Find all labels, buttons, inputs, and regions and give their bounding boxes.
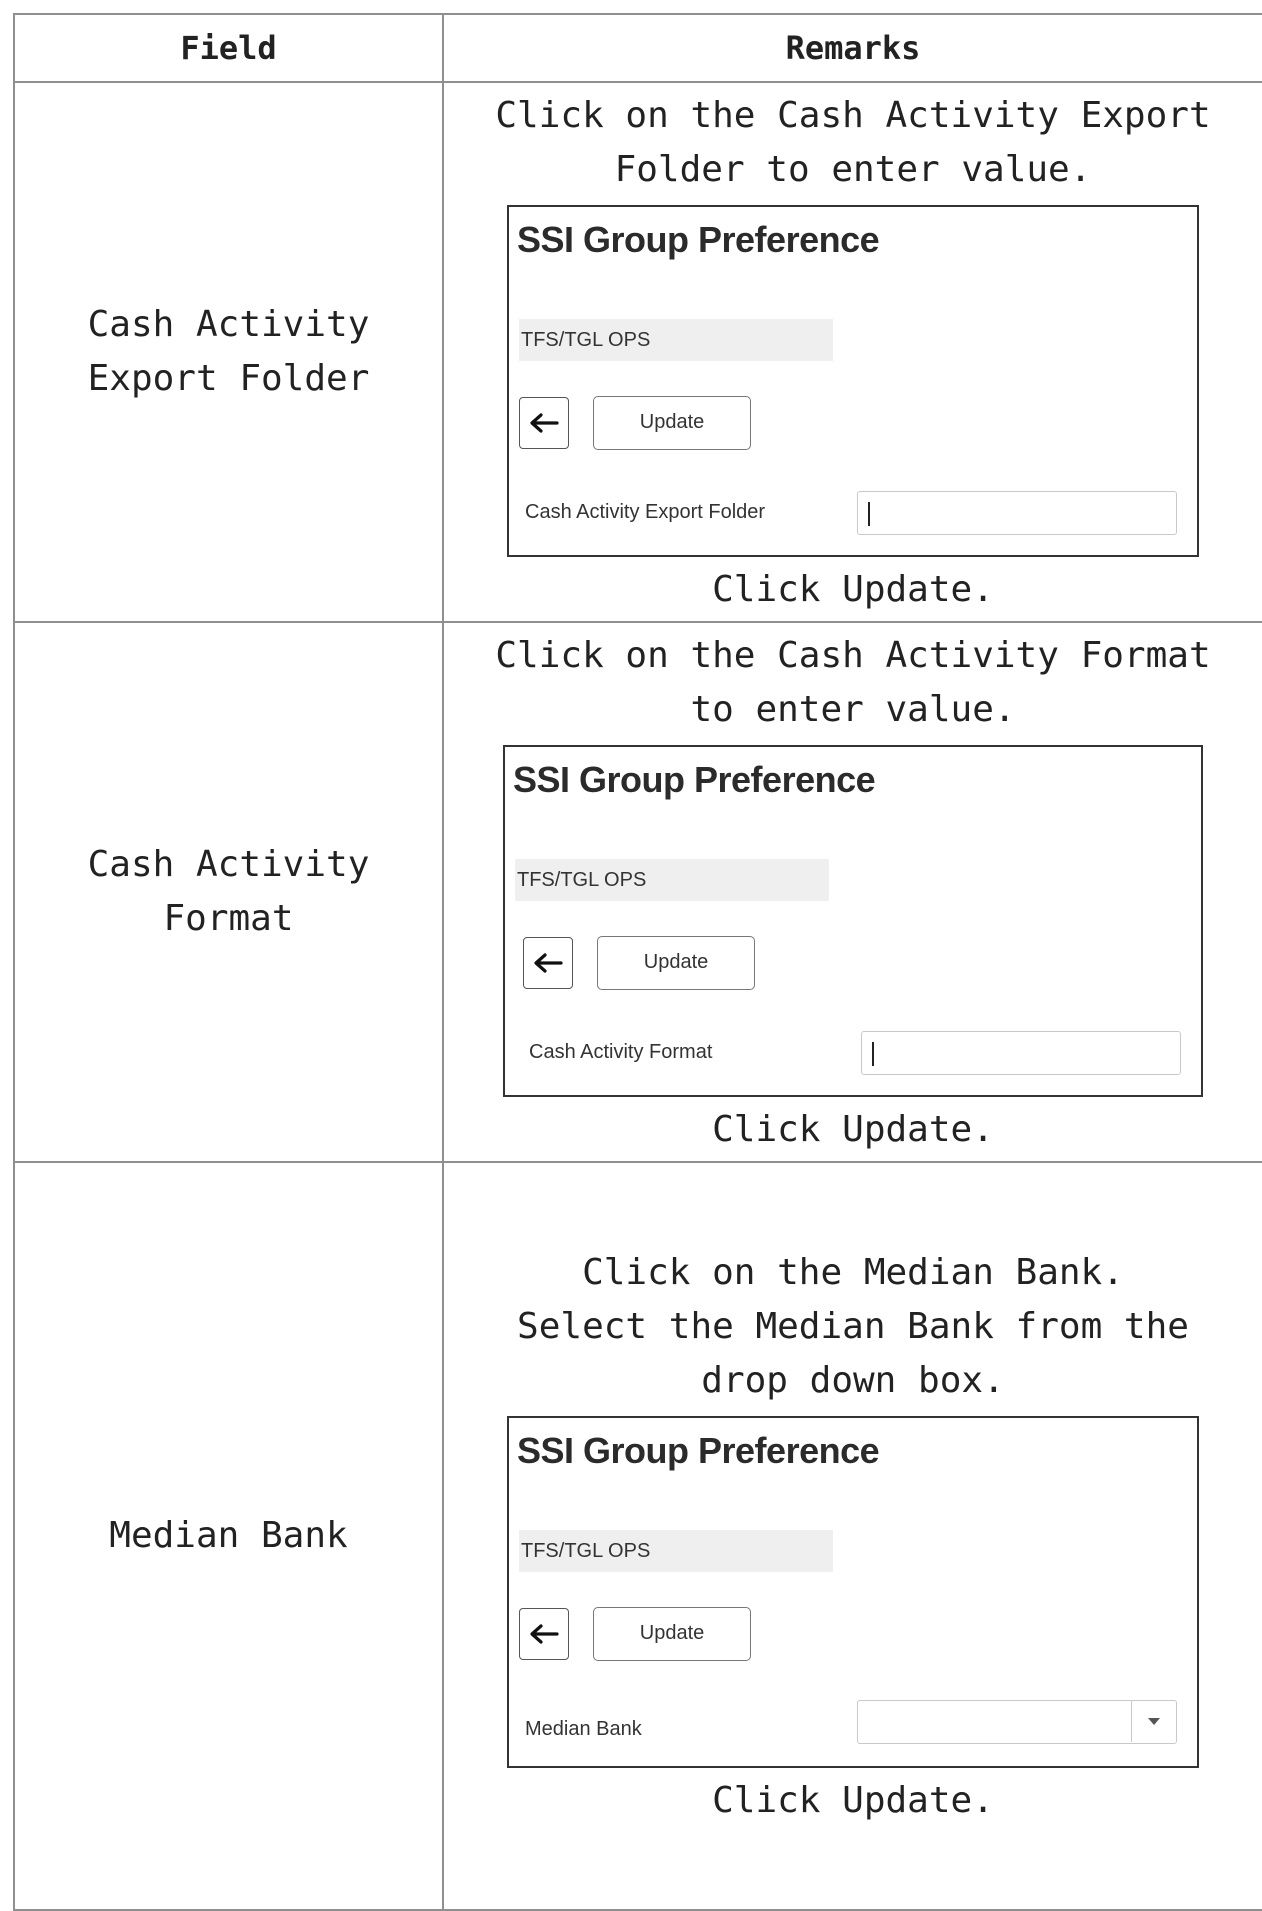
text-caret [868, 502, 870, 526]
instruction-line: Click on the Cash Activity Export [495, 95, 1211, 136]
text-caret [872, 1042, 874, 1066]
dropdown-toggle[interactable] [1131, 1701, 1176, 1742]
group-name: TFS/TGL OPS [515, 859, 829, 901]
back-button[interactable] [523, 937, 573, 989]
panel-title: SSI Group Preference [517, 1430, 880, 1471]
table-row: Median Bank Click on the Median Bank. Se… [13, 1161, 1262, 1911]
ssi-group-preference-panel: SSI Group Preference TFS/TGL OPS Update … [507, 205, 1199, 557]
instruction-footer: Click Update. [712, 1109, 994, 1150]
field-name: Cash Activity Export Folder [13, 81, 444, 623]
arrow-left-icon [534, 953, 563, 973]
field-column-header: Field [13, 13, 444, 83]
update-button[interactable]: Update [593, 1607, 751, 1661]
update-button[interactable]: Update [593, 396, 751, 450]
back-button[interactable] [519, 397, 569, 449]
field-remarks-table: Field Remarks Cash Activity Export Folde… [13, 13, 1262, 1911]
remarks-cell: Click on the Median Bank. Select the Med… [442, 1161, 1262, 1911]
field-label: Median Bank [525, 1718, 642, 1740]
panel-title: SSI Group Preference [513, 759, 876, 800]
instruction-line: drop down box. [701, 1360, 1005, 1401]
instruction-footer: Click Update. [712, 569, 994, 610]
ssi-group-preference-panel: SSI Group Preference TFS/TGL OPS Update … [503, 745, 1203, 1097]
instruction-line: Click on the Median Bank. [582, 1252, 1124, 1293]
remarks-cell: Click on the Cash Activity Export Folder… [442, 81, 1262, 623]
field-label: Cash Activity Format [529, 1041, 713, 1063]
remarks-column-header: Remarks [442, 13, 1262, 83]
field-name: Median Bank [13, 1161, 444, 1911]
table-header-row: Field Remarks [13, 13, 1262, 83]
group-name: TFS/TGL OPS [519, 319, 833, 361]
cash-activity-format-input[interactable] [861, 1031, 1181, 1075]
remarks-cell: Click on the Cash Activity Format to ent… [442, 621, 1262, 1163]
cash-activity-export-folder-input[interactable] [857, 491, 1177, 535]
field-label: Cash Activity Export Folder [525, 501, 766, 523]
arrow-left-icon [530, 1624, 559, 1644]
instruction-line: Select the Median Bank from the [517, 1306, 1189, 1347]
median-bank-select[interactable] [857, 1700, 1177, 1744]
table-row: Cash Activity Export Folder Click on the… [13, 81, 1262, 623]
instruction-line: Folder to enter value. [614, 149, 1092, 190]
instruction-line: Click on the Cash Activity Format [495, 635, 1211, 676]
ssi-group-preference-panel: SSI Group Preference TFS/TGL OPS Update … [507, 1416, 1199, 1768]
update-button[interactable]: Update [597, 936, 755, 990]
instruction-footer: Click Update. [712, 1780, 994, 1821]
group-name: TFS/TGL OPS [519, 1530, 833, 1572]
panel-title: SSI Group Preference [517, 219, 880, 260]
chevron-down-icon [1148, 1718, 1160, 1725]
arrow-left-icon [530, 413, 559, 433]
field-name: Cash Activity Format [13, 621, 444, 1163]
back-button[interactable] [519, 1608, 569, 1660]
instruction-line: to enter value. [690, 689, 1016, 730]
table-row: Cash Activity Format Click on the Cash A… [13, 621, 1262, 1163]
